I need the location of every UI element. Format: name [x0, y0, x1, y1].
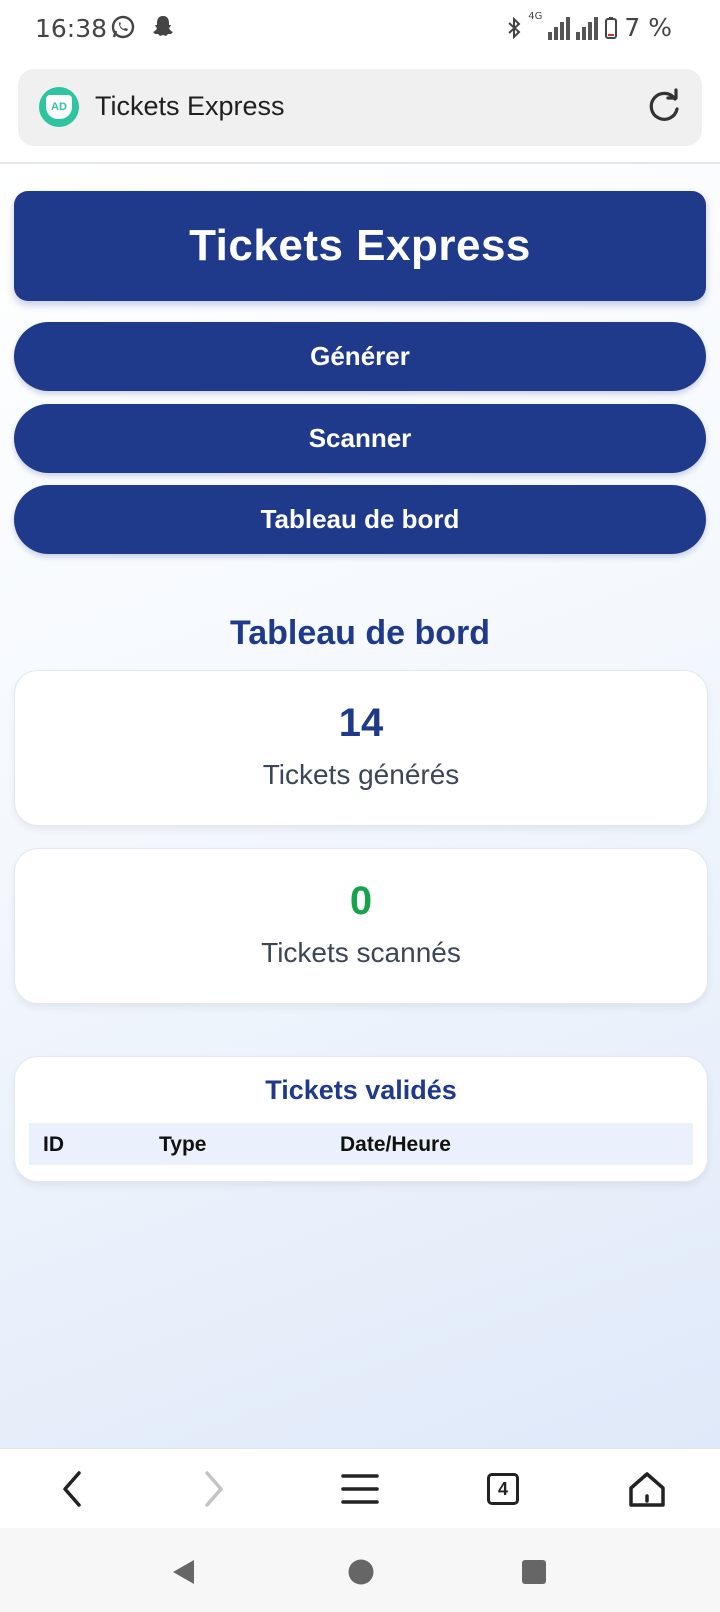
- battery-level: 7 %: [624, 13, 672, 42]
- scanned-label: Tickets scannés: [261, 937, 461, 968]
- status-bar: 16:38 4G 7 %: [0, 0, 720, 58]
- generated-count: 14: [338, 701, 384, 745]
- notification-icons: [110, 14, 176, 40]
- section-title: Tableau de bord: [229, 614, 491, 652]
- app-page: Tickets Express Générer Scanner Tableau …: [0, 164, 720, 1448]
- app-header: Tickets Express: [14, 191, 706, 301]
- home-button[interactable]: [625, 1467, 669, 1511]
- status-time: 16:38: [35, 14, 108, 43]
- browser-toolbar: 4: [0, 1448, 720, 1529]
- system-nav-bar: [0, 1528, 720, 1612]
- forward-button[interactable]: [192, 1467, 236, 1511]
- column-id: ID: [43, 1133, 64, 1156]
- page-title[interactable]: Tickets Express: [95, 91, 285, 122]
- nav-back-icon[interactable]: [170, 1558, 198, 1586]
- generate-button[interactable]: Générer: [14, 322, 706, 391]
- signal-icon-2: [576, 16, 599, 40]
- system-status: 4G 7 %: [506, 11, 672, 42]
- stat-card-generated: 14 Tickets générés: [14, 670, 708, 826]
- scan-button[interactable]: Scanner: [14, 404, 706, 473]
- bluetooth-icon: [508, 16, 521, 39]
- snapchat-icon: [153, 16, 173, 36]
- tabs-button[interactable]: 4: [481, 1467, 525, 1511]
- scanned-count: 0: [349, 879, 373, 923]
- back-arrow-icon: [63, 1471, 81, 1507]
- menu-button[interactable]: [338, 1467, 382, 1511]
- battery-icon: [605, 16, 618, 39]
- nav-recents-icon[interactable]: [520, 1558, 548, 1586]
- column-type: Type: [159, 1133, 207, 1156]
- stat-card-scanned: 0 Tickets scannés: [14, 848, 708, 1004]
- forward-arrow-icon: [205, 1471, 223, 1507]
- network-type: 4G: [528, 11, 543, 22]
- dashboard-button[interactable]: Tableau de bord: [14, 485, 706, 554]
- site-shield-icon: AD: [39, 87, 79, 127]
- tab-count: 4: [487, 1473, 519, 1505]
- validated-tickets-card: Tickets validés ID Type Date/Heure: [14, 1056, 708, 1182]
- generated-label: Tickets générés: [262, 759, 460, 790]
- back-button[interactable]: [50, 1467, 94, 1511]
- table-header: ID Type Date/Heure: [29, 1123, 693, 1165]
- address-bar[interactable]: AD Tickets Express: [18, 69, 702, 146]
- home-icon: [629, 1472, 665, 1507]
- menu-icon: [341, 1474, 379, 1504]
- whatsapp-icon: [111, 15, 135, 39]
- table-title: Tickets validés: [265, 1075, 457, 1105]
- nav-home-icon[interactable]: [347, 1558, 375, 1586]
- signal-icon: [548, 16, 571, 40]
- app-title: Tickets Express: [189, 221, 531, 270]
- column-datetime: Date/Heure: [340, 1133, 451, 1156]
- reload-icon[interactable]: [644, 87, 684, 127]
- site-icon-text: AD: [46, 95, 72, 119]
